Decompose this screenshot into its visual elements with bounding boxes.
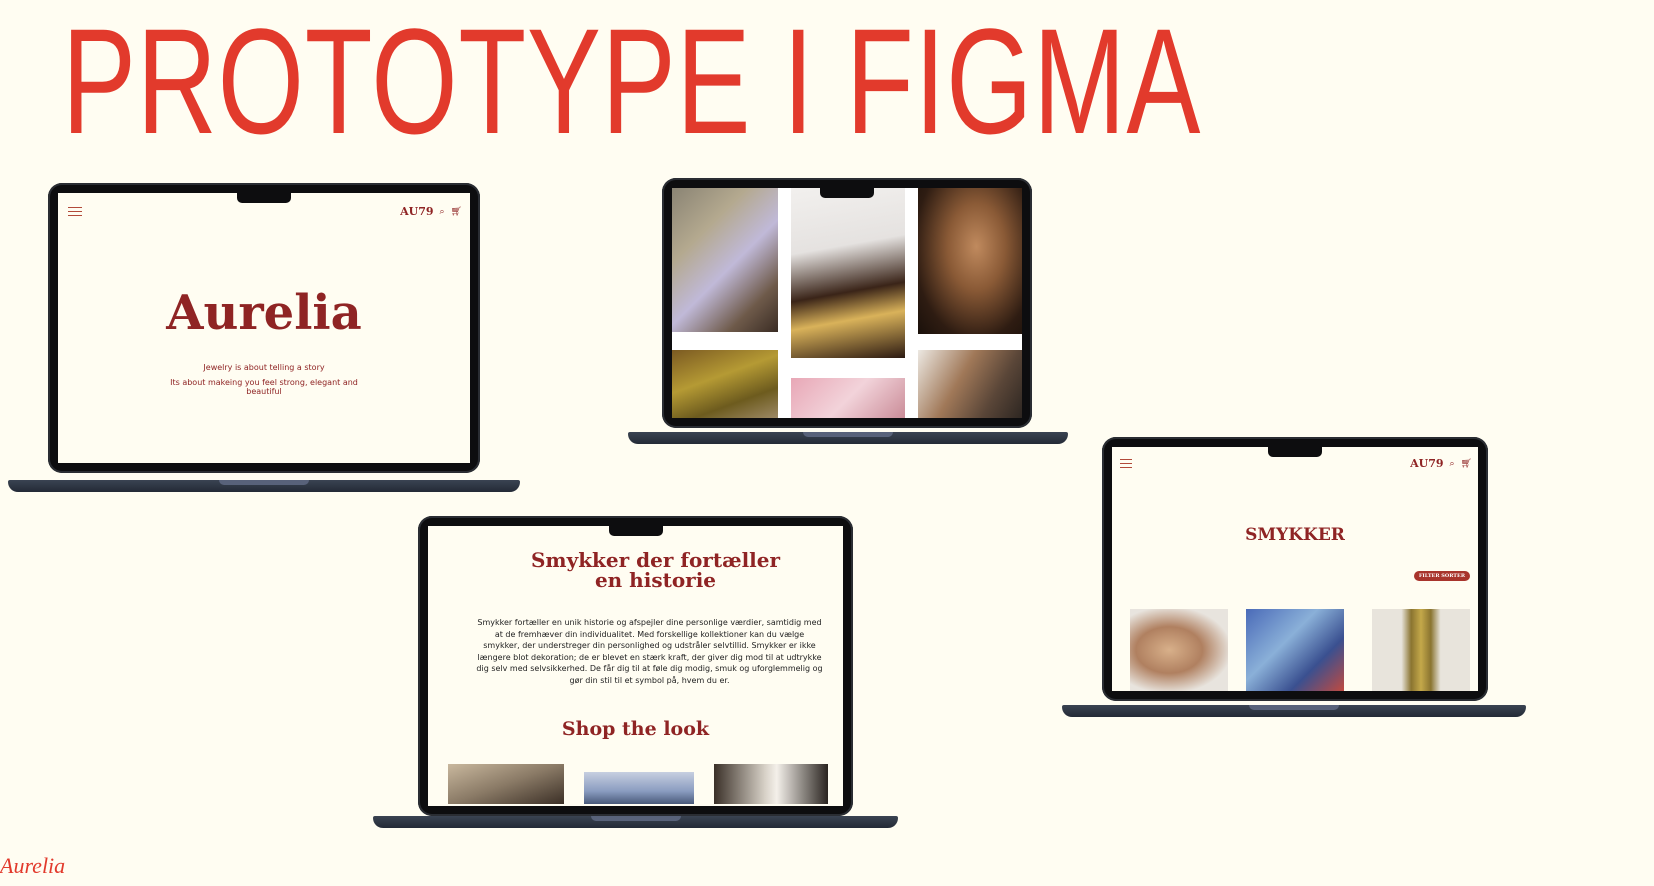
filter-sort-button[interactable]: FILTER SORTER: [1413, 571, 1470, 581]
laptop-base: [8, 480, 520, 492]
look-photo-2[interactable]: [584, 772, 694, 804]
laptop-smykker: AU79 ⌕ 🛒︎ SMYKKER FILTER SORTER: [1062, 437, 1526, 719]
photo-watch-bracelets: [791, 188, 905, 358]
laptop-story: Smykker der fortæller en historie Smykke…: [373, 516, 898, 832]
laptop-collage: [628, 178, 1068, 446]
camera-notch: [608, 526, 663, 536]
au79-logo[interactable]: AU79: [1410, 457, 1443, 470]
photo-pink-pendant: [791, 378, 905, 418]
cart-icon[interactable]: 🛒︎: [451, 206, 462, 217]
search-icon[interactable]: ⌕: [440, 206, 445, 217]
story-body: Smykker fortæller en unik historie og af…: [476, 618, 823, 685]
product-earring-1[interactable]: [1130, 609, 1228, 691]
photo-selfie: [918, 350, 1022, 418]
cart-icon[interactable]: 🛒︎: [1461, 458, 1472, 469]
photo-green-top: [672, 350, 778, 418]
tagline-2: Its about makeing you feel strong, elega…: [170, 378, 358, 396]
photo-gold-model: [918, 188, 1022, 334]
hamburger-icon[interactable]: [68, 207, 82, 219]
collage-screen: [672, 188, 1022, 418]
search-icon[interactable]: ⌕: [1450, 458, 1455, 469]
photo-hand-rings: [672, 188, 778, 332]
home-screen: AU79 ⌕ 🛒︎ Aurelia Jewelry is about telli…: [58, 193, 470, 463]
au79-logo[interactable]: AU79: [400, 205, 433, 218]
shop-the-look-heading: Shop the look: [561, 718, 710, 740]
smykker-screen: AU79 ⌕ 🛒︎ SMYKKER FILTER SORTER: [1112, 447, 1478, 691]
footer-brand-logo: Aurelia: [0, 853, 66, 878]
story-heading: Smykker der fortæller en historie: [530, 548, 781, 592]
product-gold-earrings[interactable]: [1372, 609, 1470, 691]
camera-notch: [1268, 447, 1322, 457]
smykker-heading: SMYKKER: [1245, 525, 1345, 545]
laptop-base: [1062, 705, 1526, 717]
camera-notch: [237, 193, 291, 203]
look-photo-3[interactable]: [714, 764, 828, 804]
laptop-home: AU79 ⌕ 🛒︎ Aurelia Jewelry is about telli…: [8, 183, 520, 495]
product-beaded-bag[interactable]: [1246, 609, 1344, 691]
camera-notch: [820, 188, 874, 198]
slide-title: PROTOTYPE I FIGMA: [62, 0, 1202, 165]
laptop-base: [373, 816, 898, 828]
laptop-base: [628, 432, 1068, 444]
brand-hero: Aurelia: [166, 285, 362, 341]
look-photo-1[interactable]: [448, 764, 564, 804]
story-screen: Smykker der fortæller en historie Smykke…: [428, 526, 843, 806]
tagline-1: Jewelry is about telling a story: [203, 363, 325, 372]
hamburger-icon[interactable]: [1120, 459, 1132, 471]
